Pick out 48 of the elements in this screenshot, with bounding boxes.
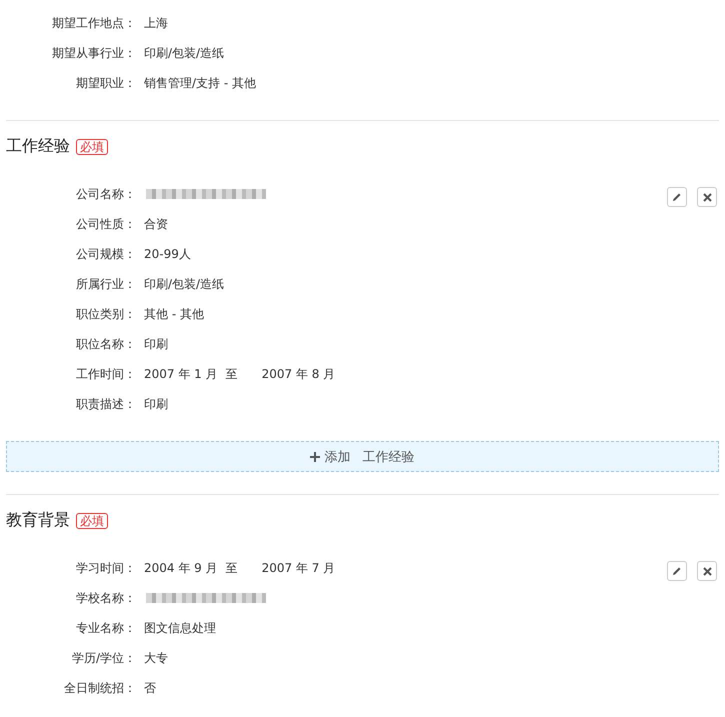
field-value: 印刷/包装/造纸 [144,276,224,292]
add-button[interactable]: 添加 工作经验 [6,441,719,472]
field-value: 合资 [144,216,168,232]
field-label: 期望从事行业： [51,44,136,62]
field-value: 其他 - 其他 [144,306,204,322]
delete-button[interactable] [697,187,717,207]
field-label: 学习时间： [75,560,136,576]
field-label: 学校名称： [75,590,136,606]
field-value: 否 [144,680,156,696]
field-label: 专业名称： [75,620,136,636]
field-value: 印刷 [144,336,168,352]
range-separator: 至 [226,366,238,382]
edit-button[interactable] [667,187,687,207]
field-value: 大专 [144,650,168,666]
range-separator: 至 [226,560,238,576]
end-date: 2007 年 8 月 [262,366,336,382]
delete-button[interactable] [697,561,717,581]
close-icon [702,192,712,202]
required-badge: 必填 [76,138,108,154]
edit-button[interactable] [667,561,687,581]
field-label: 公司性质： [75,216,136,232]
start-date: 2007 年 1 月 [144,366,218,382]
field-value: 销售管理/支持 - 其他 [144,74,256,92]
section-title: 教育背景 [6,510,70,531]
field-label: 职位名称： [75,336,136,352]
field-value: 印刷 [144,396,168,412]
field-label: 公司名称： [75,186,136,202]
field-value: 上海 [144,14,168,32]
field-value: 20-99人 [144,246,191,262]
required-badge: 必填 [76,512,108,528]
field-label: 学历/学位： [70,650,136,666]
close-icon [702,566,712,576]
field-label: 职责描述： [75,396,136,412]
section-title: 工作经验 [6,136,70,157]
field-label: 公司规模： [75,246,136,262]
field-label: 职位类别： [75,306,136,322]
field-label: 所属行业： [75,276,136,292]
field-value: 图文信息处理 [144,620,216,636]
plus-icon [310,452,320,462]
end-date: 2007 年 7 月 [262,560,336,576]
field-label: 全日制统招： [63,680,136,696]
field-value: 印刷/包装/造纸 [144,44,224,62]
field-label: 期望职业： [75,74,136,92]
pencil-icon [672,566,682,576]
field-label: 期望工作地点： [51,14,136,32]
pencil-icon [672,192,682,202]
field-label: 工作时间： [75,366,136,382]
start-date: 2004 年 9 月 [144,560,218,576]
